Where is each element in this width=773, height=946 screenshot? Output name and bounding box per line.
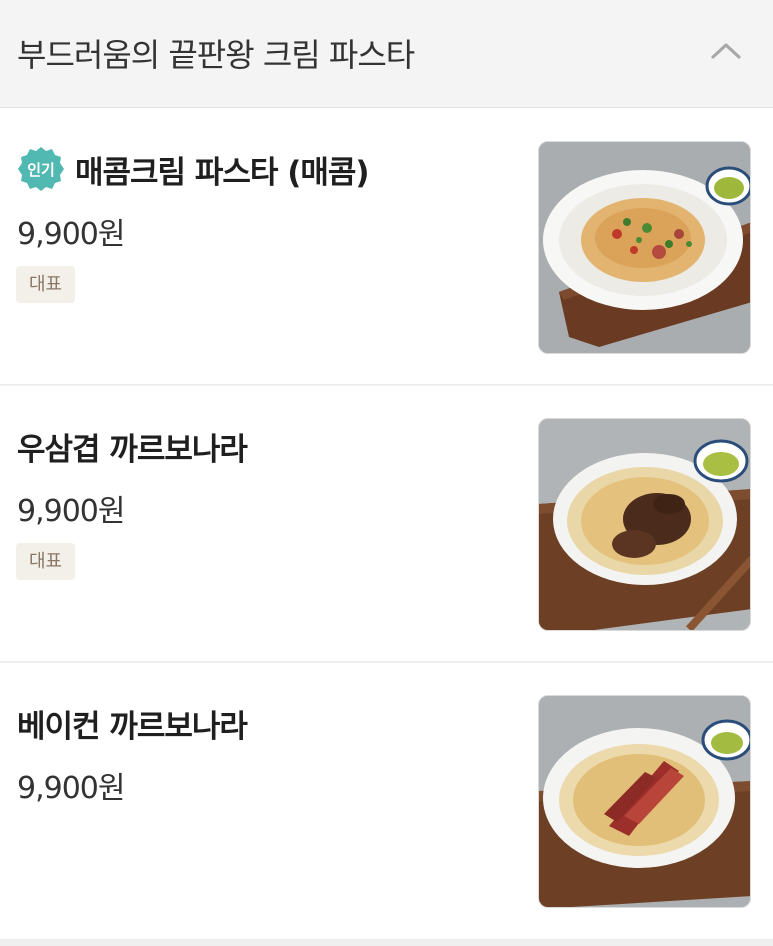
menu-item[interactable]: 인기 매콤크림 파스타 (매콤) 9,900원 대표 — [0, 109, 773, 385]
menu-section-header[interactable]: 부드러움의 끝판왕 크림 파스타 — [0, 0, 773, 108]
representative-tag: 대표 — [16, 543, 75, 580]
representative-tag: 대표 — [16, 266, 75, 303]
beef-brisket-carbonara-photo[interactable] — [538, 418, 751, 631]
menu-item-name-row: 우삼겹 까르보나라 — [17, 422, 248, 470]
divider — [0, 940, 773, 946]
menu-item-price: 9,900원 — [17, 217, 125, 252]
menu-item-price: 9,900원 — [17, 494, 125, 529]
menu-item-name: 베이컨 까르보나라 — [17, 708, 248, 745]
chevron-up-icon[interactable] — [708, 38, 744, 62]
bacon-carbonara-photo[interactable] — [538, 695, 751, 908]
menu-item-name: 우삼겹 까르보나라 — [17, 431, 248, 468]
menu-item-name-row: 베이컨 까르보나라 — [17, 699, 248, 747]
menu-item-price: 9,900원 — [17, 771, 125, 806]
section-title: 부드러움의 끝판왕 크림 파스타 — [17, 36, 415, 74]
menu-item[interactable]: 우삼겹 까르보나라 9,900원 대표 — [0, 385, 773, 662]
popular-badge-icon: 인기 — [18, 147, 64, 191]
menu-item[interactable]: 베이컨 까르보나라 9,900원 — [0, 662, 773, 940]
menu-item-name-row: 인기 매콤크림 파스타 (매콤) — [17, 145, 370, 193]
spicy-cream-pasta-photo[interactable] — [538, 141, 751, 354]
popular-badge-label: 인기 — [27, 161, 55, 179]
menu-item-name: 매콤크림 파스타 (매콤) — [75, 154, 370, 191]
